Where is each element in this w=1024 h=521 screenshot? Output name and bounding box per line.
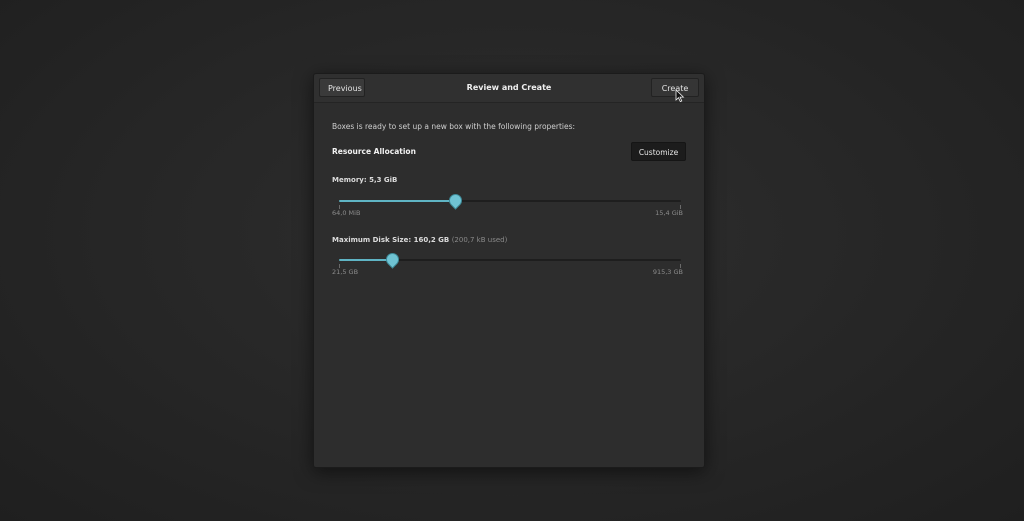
mouse-pointer-icon — [675, 89, 685, 103]
memory-slider-handle[interactable] — [447, 192, 464, 209]
disk-slider-handle[interactable] — [384, 251, 401, 268]
customize-button[interactable]: Customize — [631, 142, 686, 161]
review-create-dialog: Previous Review and Create Create Boxes … — [313, 73, 705, 468]
memory-max-label: 15,4 GiB — [655, 209, 683, 217]
disk-size-value: Maximum Disk Size: 160,2 GB — [332, 236, 450, 244]
disk-used-note: (200,7 kB used) — [451, 236, 508, 244]
disk-size-label: Maximum Disk Size: 160,2 GB (200,7 kB us… — [332, 236, 507, 244]
memory-slider-fill — [339, 200, 456, 202]
disk-size-slider[interactable] — [339, 251, 681, 268]
memory-min-label: 64,0 MiB — [332, 209, 361, 217]
disk-min-label: 21,5 GB — [332, 268, 359, 276]
disk-max-label: 915,3 GB — [652, 268, 683, 276]
memory-slider[interactable] — [339, 192, 681, 209]
dialog-title: Review and Create — [466, 83, 552, 92]
resource-allocation-heading: Resource Allocation — [332, 147, 416, 156]
intro-text: Boxes is ready to set up a new box with … — [332, 122, 576, 131]
header-bar: Previous Review and Create Create — [314, 74, 704, 103]
disk-slider-fill — [339, 259, 392, 261]
memory-label: Memory: 5,3 GiB — [332, 176, 398, 184]
